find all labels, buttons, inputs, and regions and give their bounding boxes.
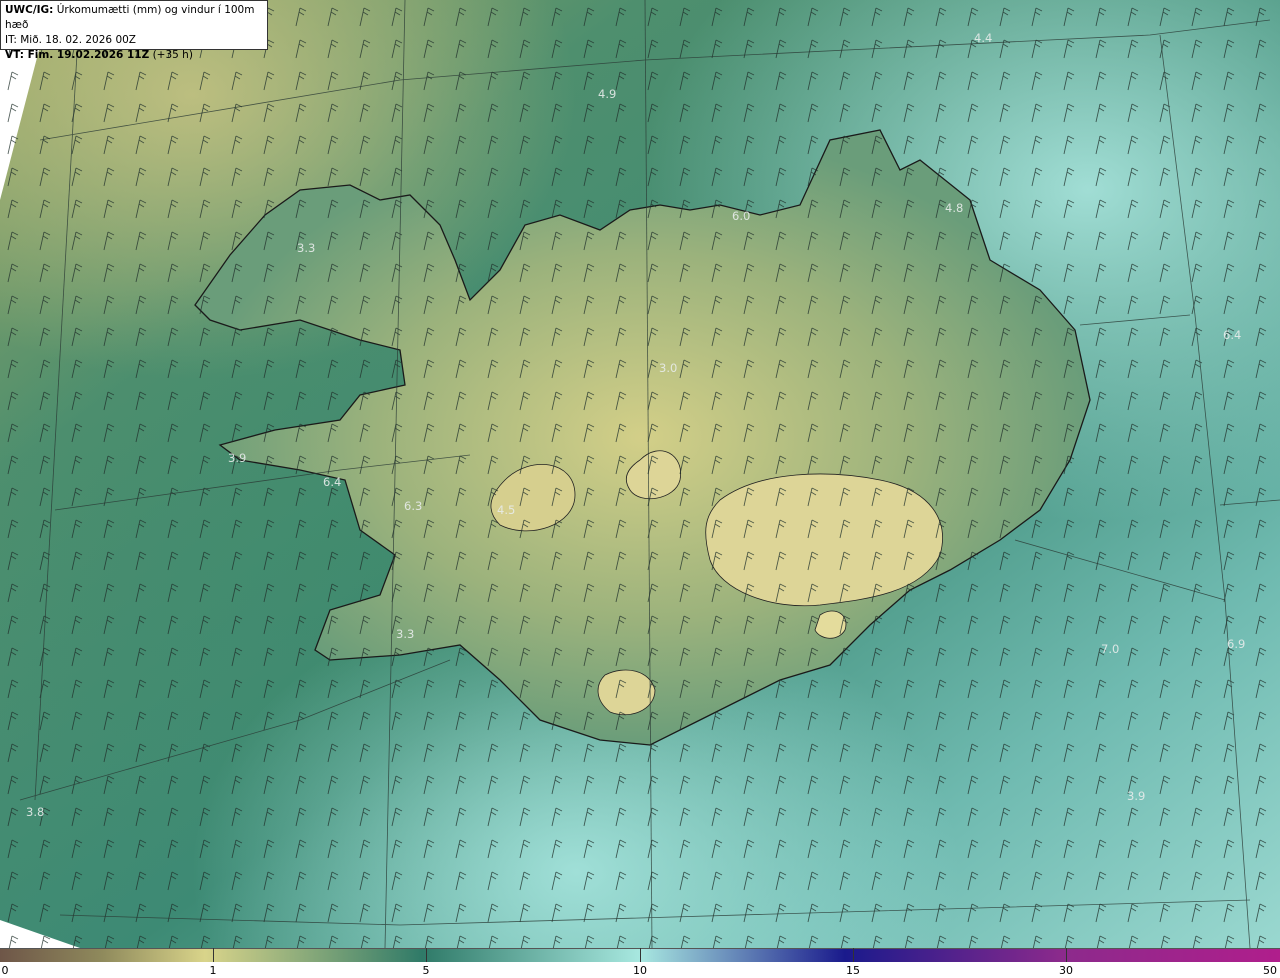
- colorbar-tick-label: 1: [209, 964, 217, 977]
- value-label: 3.9: [228, 451, 246, 465]
- colorbar-tick-label: 30: [1059, 964, 1073, 977]
- value-label: 6.4: [1223, 328, 1241, 342]
- product-code: UWC/IG:: [5, 4, 54, 16]
- init-time: IT: Mið. 18. 02. 2026 00Z: [5, 34, 136, 46]
- colorbar-tick-mark: [853, 948, 854, 962]
- colorbar-tick-label: 5: [422, 964, 430, 977]
- colorbar-tick-mark: [426, 948, 427, 962]
- colorbar-tick-mark: [213, 948, 214, 962]
- value-label: 7.0: [1101, 642, 1119, 656]
- forecast-info-box: UWC/IG: Úrkomumætti (mm) og vindur í 100…: [0, 0, 268, 61]
- value-label: 6.9: [1227, 637, 1245, 651]
- value-label: 4.9: [598, 87, 616, 101]
- forecast-offset: (+35 h): [152, 49, 193, 61]
- value-label: 4.5: [497, 503, 515, 517]
- value-label: 3.9: [1127, 789, 1145, 803]
- colorbar-tick-mark: [640, 948, 641, 962]
- value-label: 3.3: [396, 627, 414, 641]
- value-label: 6.0: [732, 209, 750, 223]
- colorbar-tick-mark: [1066, 948, 1067, 962]
- value-label: 6.4: [323, 475, 341, 489]
- wind-barbs-layer: [0, 0, 1280, 948]
- colorbar-tick-label: 50: [1263, 964, 1277, 977]
- colorbar-tick-label: 0: [1, 964, 9, 977]
- valid-time-line: VT: Fim. 19.02.2026 11Z (+35 h): [5, 48, 263, 63]
- precipitable-water-map: 4.9 4.4 3.3 6.0 4.8 6.4 3.0 3.9 6.4 6.3 …: [0, 0, 1280, 948]
- product-title-line: UWC/IG: Úrkomumætti (mm) og vindur í 100…: [5, 3, 263, 33]
- value-label: 3.0: [659, 361, 677, 375]
- valid-time: VT: Fim. 19.02.2026 11Z: [5, 49, 150, 61]
- colorbar-tick-label: 15: [846, 964, 860, 977]
- value-label: 3.3: [297, 241, 315, 255]
- colorbar-tick-label: 10: [633, 964, 647, 977]
- value-label: 4.8: [945, 201, 963, 215]
- value-label: 3.8: [26, 805, 44, 819]
- value-label: 4.4: [974, 31, 992, 45]
- value-label: 6.3: [404, 499, 422, 513]
- colorbar: 0 1 5 10 15 30 50: [0, 948, 1280, 978]
